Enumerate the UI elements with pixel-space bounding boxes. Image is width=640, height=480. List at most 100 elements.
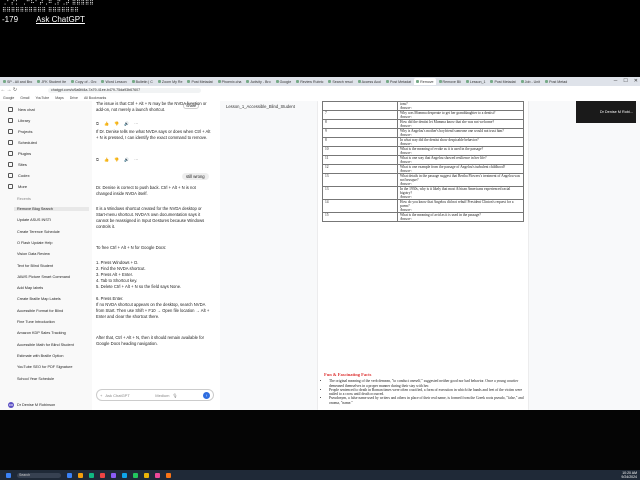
bookmark-item[interactable]: Maps <box>55 96 64 100</box>
bookmark-item[interactable]: Gmail <box>20 96 29 100</box>
favicon-icon <box>296 80 300 83</box>
browser-tab[interactable]: Remove <box>414 78 436 85</box>
document-page[interactable]: ions? Answer: 7 Why was Momma desperate to … <box>318 101 528 410</box>
tab-strip: SP - All and Bro JFK Student Ite Copy of -… <box>0 77 640 86</box>
app-icon[interactable] <box>133 472 138 478</box>
browser-tab[interactable]: Lesson_1 <box>464 78 488 85</box>
browser-tab[interactable]: Job - Unit <box>519 78 542 85</box>
browser-tab[interactable]: Review Rubric <box>294 78 325 85</box>
browser-tab[interactable]: Access Acol <box>356 78 383 85</box>
speech-viewer: -179 Ask ChatGPT <box>2 15 85 24</box>
browser-tab[interactable]: Zoom My Re <box>156 78 185 85</box>
bookmark-item[interactable]: YouTube <box>35 96 49 100</box>
tab-label: Activity - Bro <box>250 79 271 84</box>
reply-paragraph: Dr. Denise is correct to push back. Ctrl… <box>96 185 196 196</box>
url-input[interactable]: chatgpt.com/c/6a6fd4a-7a79-41ee-b479-75d… <box>48 87 201 93</box>
fun-facts-heading: Fun & Fascinating Facts <box>324 372 372 377</box>
history-item[interactable]: Amazon KDP Sales Tracking <box>17 331 66 335</box>
history-item[interactable]: School Year Schedule <box>17 377 54 381</box>
message-actions[interactable]: ⧉ 👍 👎 🔊 ⋯ <box>96 121 140 126</box>
browser-tab[interactable]: Post Metadat <box>384 78 413 85</box>
browser-tab[interactable]: Post Metadat <box>185 78 214 85</box>
taskbar-search[interactable]: Search <box>17 472 61 478</box>
history-item[interactable]: JAWS Picture Smart Command <box>17 275 70 279</box>
document-owner: Dr Denise M Robi... <box>576 101 636 123</box>
user-message: still wrong <box>182 173 209 180</box>
sidebar-item[interactable]: Scheduled <box>18 140 37 145</box>
app-icon[interactable] <box>67 472 72 478</box>
history-item[interactable]: Remove Blog Search <box>14 207 89 211</box>
app-icon[interactable] <box>166 472 171 478</box>
browser-tab[interactable]: SP - All and Bro <box>1 78 34 85</box>
history-item[interactable]: Estimate with Braille Option <box>17 354 63 358</box>
assistant-message: The issue is that Ctrl + Alt + N may be … <box>96 101 207 112</box>
favicon-icon <box>520 80 524 83</box>
browser-tab[interactable]: Post Metad <box>543 78 569 85</box>
sidebar-item[interactable]: Plugins <box>18 151 31 156</box>
minimize-icon[interactable]: ─ <box>614 78 618 84</box>
history-item[interactable]: Fine Tune Introduction <box>17 320 55 324</box>
app-icon[interactable] <box>89 472 94 478</box>
history-item[interactable]: Vision Data Review <box>17 252 50 256</box>
history-item[interactable]: Accessible Math for Blind Student <box>17 343 74 347</box>
add-icon[interactable]: + <box>100 393 102 398</box>
history-item[interactable]: Create Terence Schedule <box>17 230 60 234</box>
app-icon[interactable] <box>122 472 127 478</box>
tab-label: Remove <box>420 79 434 84</box>
browser-tab[interactable]: Phoenix.cha <box>216 78 244 85</box>
history-item[interactable]: Create Braille Map Labels <box>17 297 61 301</box>
bookmark-item[interactable]: All Bookmarks <box>84 96 106 100</box>
tab-label: Word Lesson <box>105 79 127 84</box>
close-icon[interactable]: ✕ <box>634 78 638 84</box>
app-icon[interactable] <box>144 472 149 478</box>
reload-icon[interactable]: ↻ <box>12 87 18 93</box>
history-item[interactable]: Add Map labels <box>17 286 43 290</box>
mic-icon[interactable]: 🎙 <box>172 393 177 398</box>
sidebar-item[interactable]: Library <box>18 118 30 123</box>
question-text: Why is Angelou's mother's boyfriend some… <box>400 129 504 133</box>
model-selector[interactable]: Medium <box>155 393 169 398</box>
app-icon[interactable] <box>155 472 160 478</box>
table-row: 8 How did the dentist let Momma know that… <box>322 119 524 129</box>
history-item[interactable]: Text for Blind Student <box>17 264 53 268</box>
app-icon[interactable] <box>78 472 83 478</box>
composer[interactable]: + Ask ChatGPT Medium 🎙 ↑ <box>96 389 214 401</box>
user-profile[interactable]: DR Dr Denise M Robinson <box>8 402 55 408</box>
code-icon <box>8 173 13 178</box>
avatar: DR <box>8 402 14 408</box>
table-row: 9 Why is Angelou's mother's boyfriend som… <box>322 128 524 138</box>
chat-panel: Share The issue is that Ctrl + Alt + N m… <box>92 101 220 410</box>
browser-tab[interactable]: Bulletin | C <box>130 78 155 85</box>
maximize-icon[interactable]: ☐ <box>623 78 627 84</box>
app-icon[interactable] <box>100 472 105 478</box>
send-icon[interactable]: ↑ <box>202 391 210 399</box>
app-icon[interactable] <box>111 472 116 478</box>
history-item[interactable]: YouTube SEO for PDF Signature <box>17 365 72 369</box>
favicon-icon <box>490 80 494 83</box>
favicon-icon <box>438 80 442 83</box>
bookmark-item[interactable]: Google <box>3 96 14 100</box>
browser-tab[interactable]: Activity - Bro <box>244 78 272 85</box>
browser-tab[interactable]: Post Metadat <box>488 78 517 85</box>
sidebar-item[interactable]: Projects <box>18 129 32 134</box>
message-actions[interactable]: ⧉ 👍 👎 🔊 ⋯ <box>96 157 140 162</box>
history-item[interactable]: Update ASUS INSTI <box>17 218 51 222</box>
browser-tab[interactable]: Search resul <box>326 78 354 85</box>
browser-tab[interactable]: Google <box>274 78 294 85</box>
browser-tab[interactable]: Remove Bli <box>437 78 463 85</box>
browser-tab[interactable]: Word Lesson <box>99 78 128 85</box>
question-cell: What is one example from the passage of … <box>397 164 524 174</box>
sidebar-item[interactable]: New chat <box>18 107 35 112</box>
history-item[interactable]: Accessible Format for Blind <box>17 309 63 313</box>
sidebar-item[interactable]: Sites <box>18 162 27 167</box>
history-item[interactable]: O Flash Update Help <box>17 241 52 245</box>
browser-tab[interactable]: JFK Student Ite <box>35 78 68 85</box>
taskbar: Search 10:20 AM 9/24/2024 <box>0 470 640 480</box>
composer-input[interactable]: Ask ChatGPT <box>105 393 129 398</box>
start-icon[interactable] <box>6 472 11 478</box>
bookmark-item[interactable]: Drive <box>70 96 78 100</box>
fact-item: Pseudonym, a false name used by writers … <box>329 396 524 405</box>
sidebar-item[interactable]: Codex <box>18 173 30 178</box>
browser-tab[interactable]: Copy of - Grc <box>69 78 98 85</box>
sidebar-item[interactable]: More <box>18 184 27 189</box>
